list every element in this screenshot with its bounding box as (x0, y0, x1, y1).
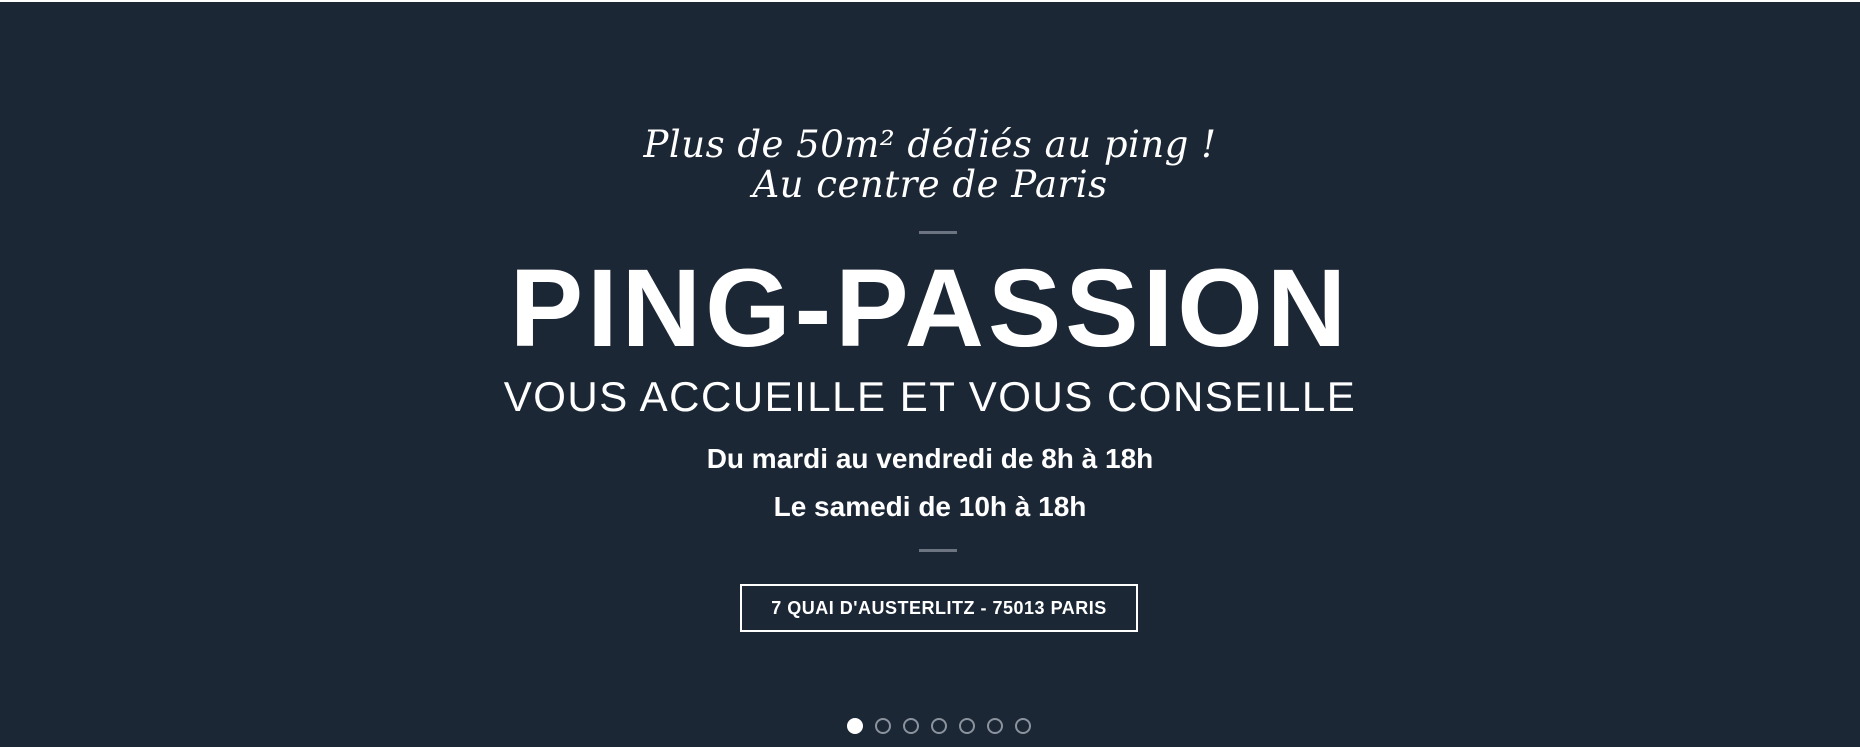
subtitle: VOUS ACCUEILLE ET VOUS CONSEILLE (503, 373, 1357, 420)
carousel-dot-1[interactable] (847, 718, 863, 734)
divider-top (919, 231, 957, 234)
carousel-dot-6[interactable] (987, 718, 1003, 734)
carousel-dot-3[interactable] (903, 718, 919, 734)
address-button[interactable]: 7 QUAI D'AUSTERLITZ - 75013 PARIS (740, 584, 1138, 632)
hero-slide: Plus de 50m² dédiés au ping ! Au centre … (0, 2, 1860, 747)
tagline-line-2: Au centre de Paris (752, 163, 1108, 206)
carousel-dot-2[interactable] (875, 718, 891, 734)
divider-bottom (919, 549, 957, 552)
carousel-dot-5[interactable] (959, 718, 975, 734)
opening-hours-weekdays: Du mardi au vendredi de 8h à 18h (706, 443, 1154, 474)
carousel-pagination (847, 718, 1031, 734)
carousel-dot-4[interactable] (931, 718, 947, 734)
opening-hours-saturday: Le samedi de 10h à 18h (773, 491, 1087, 522)
carousel-dot-7[interactable] (1015, 718, 1031, 734)
brand-title: PING-PASSION (509, 247, 1351, 370)
tagline-line-1: Plus de 50m² dédiés au ping ! (643, 123, 1217, 166)
